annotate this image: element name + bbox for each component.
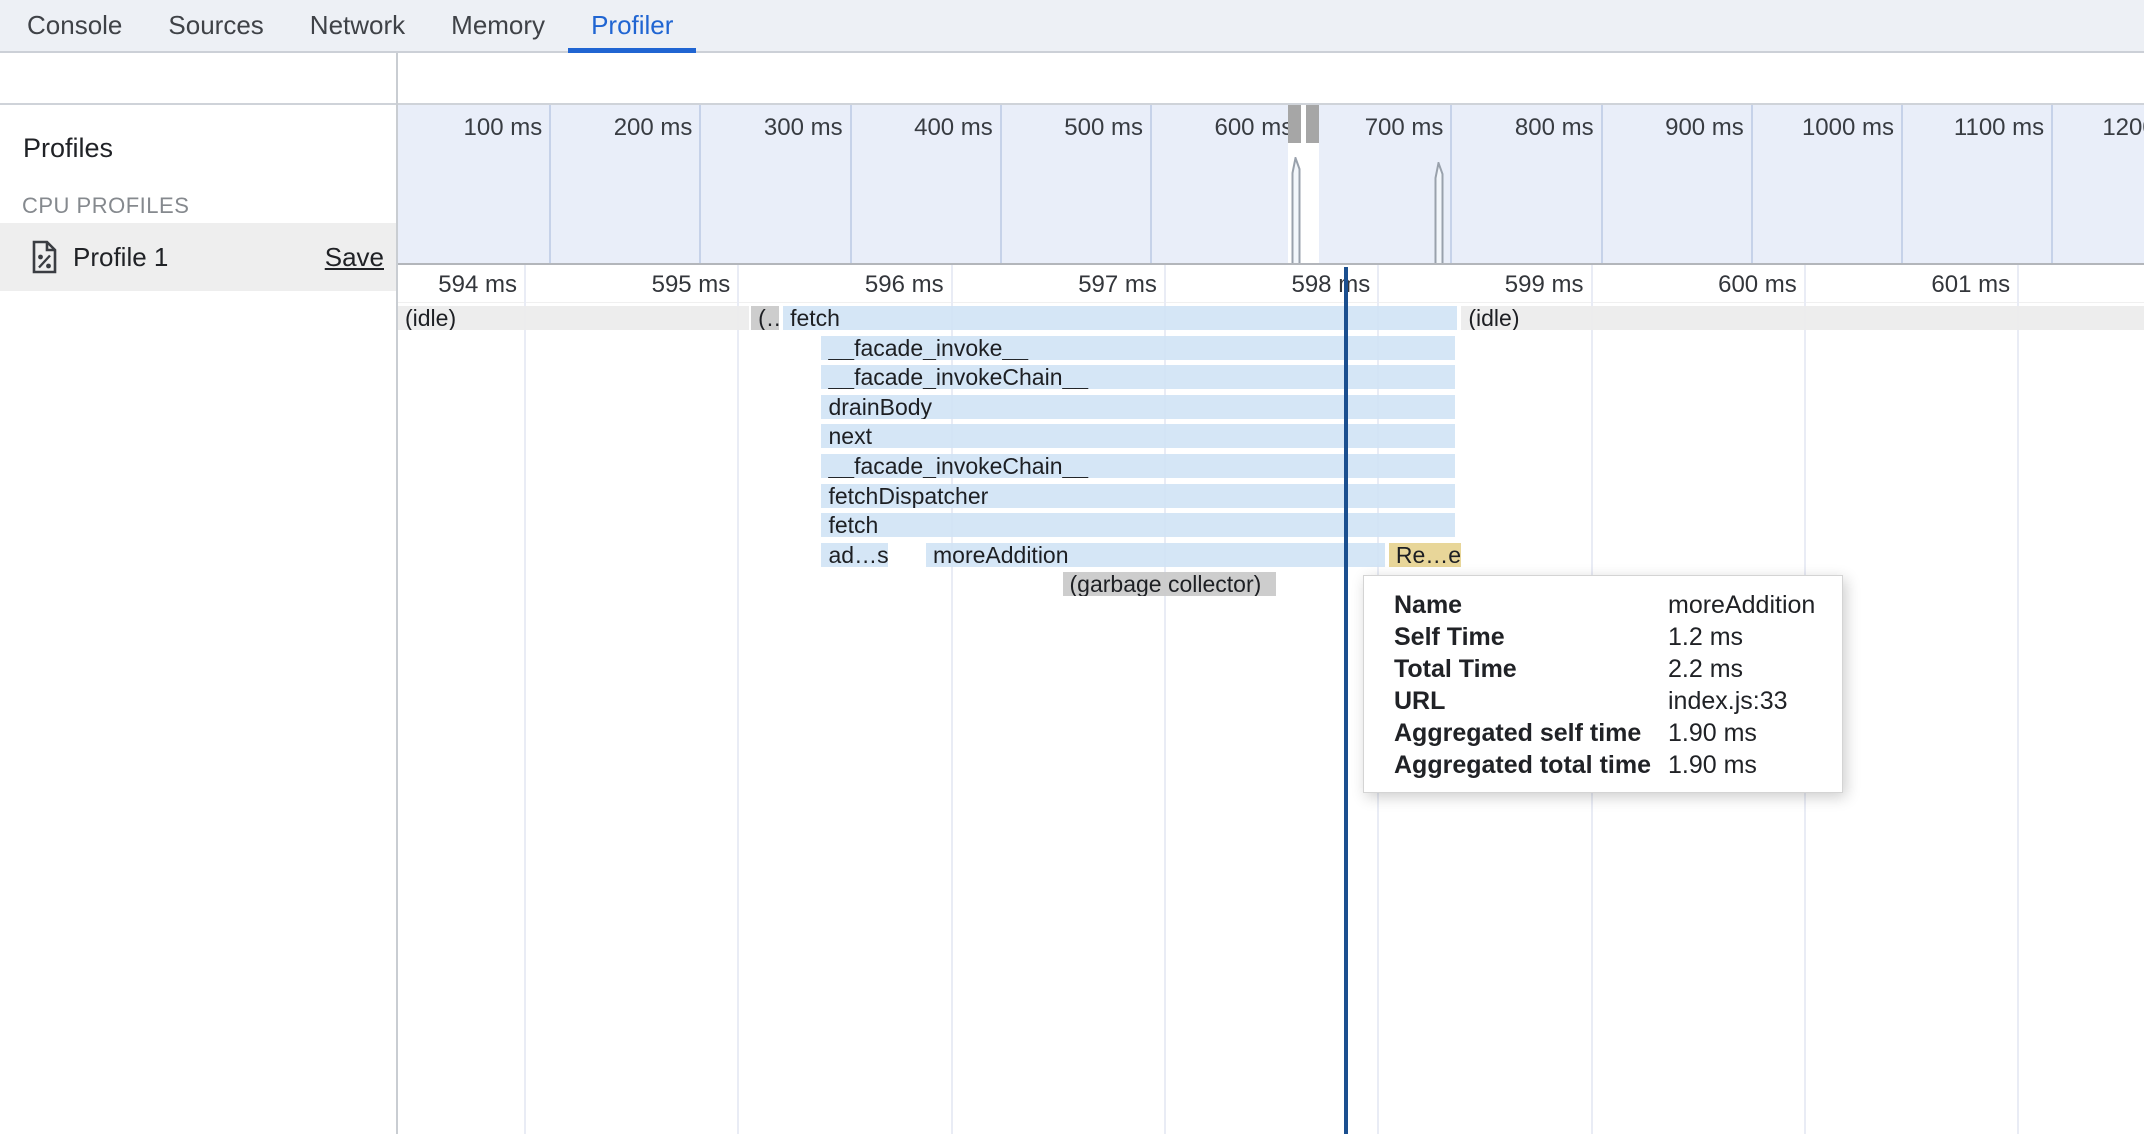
sidebar: Profiles CPU PROFILES Profile 1 Save (0, 105, 396, 1134)
overview-tick-label: 900 ms (1574, 114, 1744, 142)
flame-bar-js[interactable]: ad…s (821, 543, 887, 567)
flame-bar-js[interactable]: next (821, 424, 1455, 448)
profile-document-icon (31, 240, 58, 274)
tab-sources[interactable]: Sources (145, 0, 286, 51)
tab-network[interactable]: Network (287, 0, 428, 51)
detail-tick-label: 596 ms (774, 271, 944, 299)
detail-tick-label: 600 ms (1627, 271, 1797, 299)
ruler-divider (398, 302, 2144, 303)
profile-name: Profile 1 (73, 242, 168, 273)
selection-left-handle[interactable] (1288, 105, 1301, 143)
toolbar: Chart (0, 53, 2144, 105)
cpu-activity-spike (1291, 157, 1302, 265)
flame-bar-idle[interactable]: (idle) (398, 306, 749, 330)
overview-tick-label: 200 ms (522, 114, 692, 142)
flame-bar-js[interactable]: fetch (783, 306, 1457, 330)
tooltip-row: URLindex.js:33 (1364, 685, 1842, 717)
save-profile-link[interactable]: Save (325, 242, 384, 273)
flame-bar-gc[interactable]: (garbage collector) (1063, 572, 1276, 596)
overview-tick-label: 1200 ms (2024, 114, 2144, 142)
flame-bar-js[interactable]: fetch (821, 513, 1455, 537)
overview-tick-label: 300 ms (673, 114, 843, 142)
tab-profiler[interactable]: Profiler (568, 0, 696, 51)
flame-chart: NamemoreAdditionSelf Time1.2 msTotal Tim… (398, 265, 2144, 1134)
tab-list: ConsoleSourcesNetworkMemoryProfiler (4, 0, 696, 51)
flame-bar-js[interactable]: __facade_invokeChain__ (821, 365, 1455, 389)
tooltip-value: moreAddition (1668, 591, 1815, 620)
tab-bar: ConsoleSourcesNetworkMemoryProfiler (0, 0, 2144, 53)
tooltip-label: Aggregated total time (1394, 751, 1668, 780)
tooltip-row: Aggregated total time1.90 ms (1364, 749, 1842, 781)
timeline-overview-pane[interactable]: 100 ms200 ms300 ms400 ms500 ms600 ms700 … (398, 105, 2144, 265)
tab-console[interactable]: Console (4, 0, 145, 51)
flame-bar-idle[interactable]: (idle) (1461, 306, 2144, 330)
detail-tick-label: 599 ms (1414, 271, 1584, 299)
detail-gridline (2017, 265, 2019, 1134)
detail-tick-label: 597 ms (987, 271, 1157, 299)
flame-bar-js[interactable]: __facade_invokeChain__ (821, 454, 1455, 478)
overview-tick-label: 1000 ms (1724, 114, 1894, 142)
detail-gridline (524, 265, 526, 1134)
tab-memory[interactable]: Memory (428, 0, 568, 51)
detail-gridline (737, 265, 739, 1134)
tooltip-value: 1.2 ms (1668, 623, 1743, 652)
devtools-window: ConsoleSourcesNetworkMemoryProfiler Char… (0, 0, 2144, 1134)
profiles-title: Profiles (23, 133, 113, 164)
selection-right-handle[interactable] (1306, 105, 1319, 143)
tooltip-row: NamemoreAddition (1364, 589, 1842, 621)
tooltip-row: Self Time1.2 ms (1364, 621, 1842, 653)
flame-bar-js[interactable]: fetchDispatcher (821, 484, 1455, 508)
tooltip-label: URL (1394, 687, 1668, 716)
flame-bar-js[interactable]: drainBody (821, 395, 1455, 419)
flame-bar-js-yellow[interactable]: Re…e (1389, 543, 1462, 567)
tooltip-value: 1.90 ms (1668, 751, 1757, 780)
sidebar-item-profile-1[interactable]: Profile 1 Save (0, 223, 396, 291)
detail-tick-label: 595 ms (560, 271, 730, 299)
tooltip-row: Aggregated self time1.90 ms (1364, 717, 1842, 749)
cpu-activity-spike (1434, 162, 1445, 265)
current-time-marker (1344, 267, 1348, 1134)
tooltip-label: Aggregated self time (1394, 719, 1668, 748)
tooltip-value: index.js:33 (1668, 687, 1788, 716)
frame-details-tooltip: NamemoreAdditionSelf Time1.2 msTotal Tim… (1363, 575, 1843, 793)
cpu-profiles-section-label: CPU PROFILES (22, 193, 189, 219)
overview-tick-label: 600 ms (1123, 114, 1293, 142)
tooltip-label: Total Time (1394, 655, 1668, 684)
tooltip-row: Total Time2.2 ms (1364, 653, 1842, 685)
detail-tick-label: 601 ms (1840, 271, 2010, 299)
overview-tick-label: 800 ms (1424, 114, 1594, 142)
tooltip-label: Name (1394, 591, 1668, 620)
overview-tick-label: 500 ms (973, 114, 1143, 142)
overview-tick-label: 400 ms (823, 114, 993, 142)
tooltip-value: 1.90 ms (1668, 719, 1757, 748)
flame-bar-js[interactable]: __facade_invoke__ (821, 336, 1455, 360)
overview-tick-label: 100 ms (398, 114, 542, 142)
overview-tick-label: 1100 ms (1874, 114, 2044, 142)
tooltip-value: 2.2 ms (1668, 655, 1743, 684)
flame-bar-program[interactable]: (… (751, 306, 779, 330)
flame-bar-js[interactable]: moreAddition (926, 543, 1385, 567)
detail-tick-label: 594 ms (398, 271, 517, 299)
tooltip-label: Self Time (1394, 623, 1668, 652)
